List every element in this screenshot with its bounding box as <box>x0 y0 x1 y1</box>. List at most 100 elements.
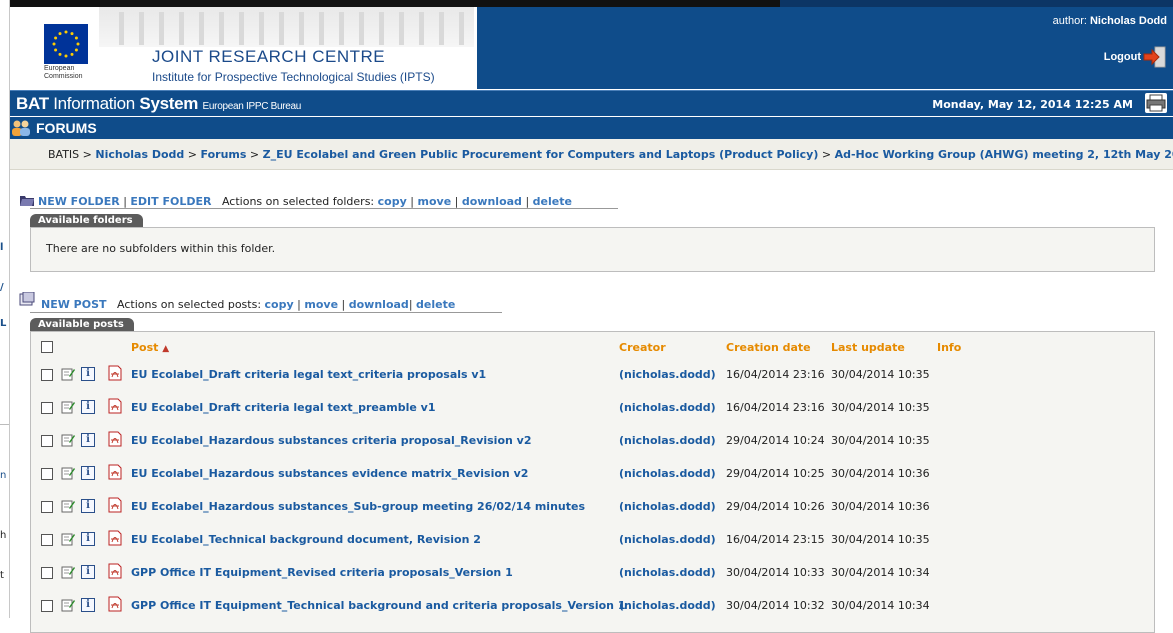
pdf-icon <box>108 563 122 579</box>
logout-link[interactable]: Logout <box>1104 51 1141 63</box>
row-checkbox[interactable] <box>41 468 53 480</box>
breadcrumb-item-current[interactable]: Ad-Hoc Working Group (AHWG) meeting 2, 1… <box>835 148 1173 161</box>
post-last-update: 30/04/2014 10:34 <box>831 566 930 579</box>
post-creator-link[interactable]: (nicholas.dodd) <box>619 599 716 612</box>
table-row: i GPP Office IT Equipment_Technical backg… <box>31 593 1154 626</box>
eu-flag-logo[interactable] <box>44 24 88 64</box>
edit-icon[interactable] <box>61 367 75 381</box>
table-row: i EU Ecolabel_Hazardous substances criter… <box>31 428 1154 461</box>
folders-panel: There are no subfolders within this fold… <box>30 227 1155 272</box>
download-folders-link[interactable]: download <box>462 195 522 208</box>
table-row: i EU Ecolabel_Hazardous substances eviden… <box>31 461 1154 494</box>
pdf-icon <box>108 398 122 414</box>
logout-icon[interactable] <box>1143 45 1167 69</box>
row-checkbox[interactable] <box>41 567 53 579</box>
edit-icon[interactable] <box>61 466 75 480</box>
section-header: FORUMS <box>9 116 1173 139</box>
post-title-link[interactable]: EU Ecolabel_Technical background documen… <box>131 533 481 546</box>
info-icon[interactable]: i <box>81 466 95 480</box>
delete-folders-link[interactable]: delete <box>533 195 572 208</box>
edit-folder-link[interactable]: EDIT FOLDER <box>130 195 211 208</box>
post-creator-link[interactable]: (nicholas.dodd) <box>619 500 716 513</box>
table-row: i EU Ecolabel_Draft criteria legal text_c… <box>31 362 1154 395</box>
post-toolbar: NEW POST Actions on selected posts: copy… <box>41 298 456 311</box>
select-all-checkbox[interactable] <box>41 341 53 353</box>
european-commission-label: European Commission <box>44 65 83 80</box>
post-creator-link[interactable]: (nicholas.dodd) <box>619 566 716 579</box>
info-icon[interactable]: i <box>81 433 95 447</box>
edit-icon[interactable] <box>61 433 75 447</box>
row-checkbox[interactable] <box>41 402 53 414</box>
row-checkbox[interactable] <box>41 600 53 612</box>
folder-toolbar: NEW FOLDER | EDIT FOLDER Actions on sele… <box>38 195 572 208</box>
post-creator-link[interactable]: (nicholas.dodd) <box>619 533 716 546</box>
edit-icon[interactable] <box>61 400 75 414</box>
empty-folders-message: There are no subfolders within this fold… <box>46 242 276 255</box>
info-icon[interactable]: i <box>81 532 95 546</box>
copy-posts-link[interactable]: copy <box>265 298 294 311</box>
top-window-edge <box>0 0 1173 7</box>
row-checkbox[interactable] <box>41 369 53 381</box>
move-posts-link[interactable]: move <box>304 298 338 311</box>
breadcrumb-item-forums[interactable]: Forums <box>201 148 247 161</box>
move-folders-link[interactable]: move <box>418 195 452 208</box>
breadcrumb-item-forum[interactable]: Z_EU Ecolabel and Green Public Procureme… <box>263 148 819 161</box>
post-creation-date: 30/04/2014 10:32 <box>726 599 825 612</box>
edit-icon[interactable] <box>61 532 75 546</box>
post-creator-link[interactable]: (nicholas.dodd) <box>619 368 716 381</box>
background-window-strip: l / L n h t <box>0 0 10 618</box>
post-creator-link[interactable]: (nicholas.dodd) <box>619 434 716 447</box>
building-banner <box>99 7 474 47</box>
post-title-link[interactable]: EU Ecolabel_Hazardous substances criteri… <box>131 434 532 447</box>
new-post-link[interactable]: NEW POST <box>41 298 107 311</box>
row-checkbox[interactable] <box>41 435 53 447</box>
post-last-update: 30/04/2014 10:36 <box>831 467 930 480</box>
new-folder-link[interactable]: NEW FOLDER <box>38 195 120 208</box>
post-creator-link[interactable]: (nicholas.dodd) <box>619 467 716 480</box>
print-icon[interactable] <box>1145 93 1167 113</box>
delete-posts-link[interactable]: delete <box>416 298 455 311</box>
post-title-link[interactable]: EU Ecolabel_Draft criteria legal text_cr… <box>131 368 486 381</box>
row-checkbox[interactable] <box>41 534 53 546</box>
column-last-update[interactable]: Last update <box>831 341 905 354</box>
download-posts-link[interactable]: download <box>349 298 409 311</box>
post-actions-label: Actions on selected posts: <box>117 298 262 311</box>
breadcrumb-separator: > <box>187 148 198 161</box>
pdf-icon <box>108 497 122 513</box>
breadcrumb-item-user[interactable]: Nicholas Dodd <box>95 148 184 161</box>
edit-icon[interactable] <box>61 499 75 513</box>
info-icon[interactable]: i <box>81 565 95 579</box>
edit-icon[interactable] <box>61 565 75 579</box>
copy-folders-link[interactable]: copy <box>378 195 407 208</box>
post-creator-link[interactable]: (nicholas.dodd) <box>619 401 716 414</box>
jrc-subtitle: Institute for Prospective Technological … <box>152 70 435 84</box>
posts-table: Post ▲ Creator Creation date Last update… <box>30 331 1155 633</box>
post-last-update: 30/04/2014 10:35 <box>831 533 930 546</box>
post-title-link[interactable]: EU Ecolabel_Hazardous substances evidenc… <box>131 467 528 480</box>
fragment-text: / <box>0 282 4 293</box>
post-title-link[interactable]: GPP Office IT Equipment_Technical backgr… <box>131 599 625 612</box>
bat-title[interactable]: BAT Information System European IPPC Bur… <box>16 94 301 114</box>
users-group-icon <box>11 119 31 137</box>
pdf-icon <box>108 464 122 480</box>
post-creation-date: 16/04/2014 23:15 <box>726 533 825 546</box>
fragment-text: h <box>0 530 7 541</box>
post-title-link[interactable]: EU Ecolabel_Draft criteria legal text_pr… <box>131 401 436 414</box>
info-icon[interactable]: i <box>81 400 95 414</box>
edit-icon[interactable] <box>61 598 75 612</box>
row-checkbox[interactable] <box>41 501 53 513</box>
bat-information-system-bar: BAT Information System European IPPC Bur… <box>9 90 1173 117</box>
post-icon <box>19 291 35 306</box>
post-title-link[interactable]: EU Ecolabel_Hazardous substances_Sub-gro… <box>131 500 585 513</box>
fragment-text: n <box>0 470 7 481</box>
folder-icon <box>19 193 35 207</box>
author-label: author: Nicholas Dodd <box>1052 15 1167 27</box>
column-creator[interactable]: Creator <box>619 341 666 354</box>
info-icon[interactable]: i <box>81 499 95 513</box>
info-icon[interactable]: i <box>81 367 95 381</box>
info-icon[interactable]: i <box>81 598 95 612</box>
table-row: i GPP Office IT Equipment_Revised criteri… <box>31 560 1154 593</box>
column-post[interactable]: Post ▲ <box>131 341 169 354</box>
post-title-link[interactable]: GPP Office IT Equipment_Revised criteria… <box>131 566 513 579</box>
column-creation-date[interactable]: Creation date <box>726 341 811 354</box>
